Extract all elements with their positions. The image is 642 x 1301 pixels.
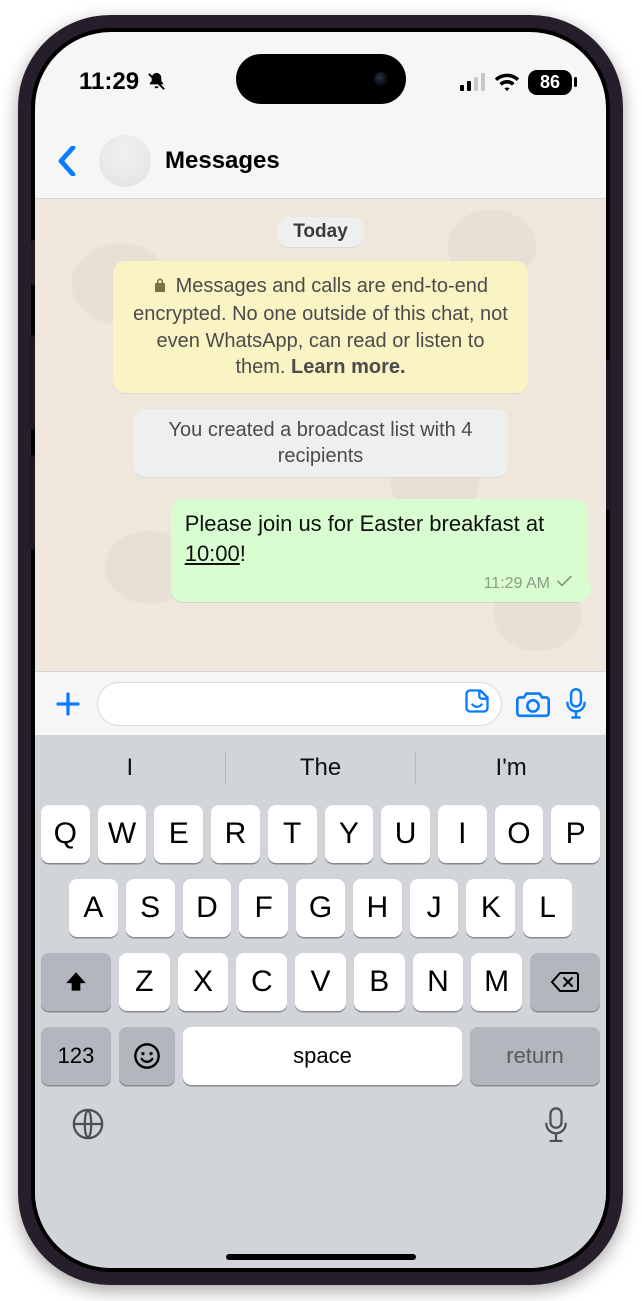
key-space[interactable]: space xyxy=(183,1027,462,1085)
key-o[interactable]: O xyxy=(495,805,544,863)
key-r[interactable]: R xyxy=(211,805,260,863)
encryption-notice[interactable]: Messages and calls are end-to-end encryp… xyxy=(113,261,528,393)
date-pill: Today xyxy=(277,217,364,247)
key-n[interactable]: N xyxy=(413,953,464,1011)
message-input[interactable] xyxy=(114,692,463,715)
camera-button[interactable] xyxy=(516,689,550,719)
read-status-icon xyxy=(556,573,574,595)
key-row-3: Z X C V B N M xyxy=(35,945,606,1019)
key-numeric[interactable]: 123 xyxy=(41,1027,111,1085)
suggestion-2[interactable]: The xyxy=(226,739,416,797)
key-l[interactable]: L xyxy=(523,879,572,937)
message-time-link[interactable]: 10:00 xyxy=(185,541,240,566)
keyboard: I The I'm Q W E R T Y U I O P xyxy=(35,735,606,1268)
composer-bar xyxy=(35,671,606,735)
key-y[interactable]: Y xyxy=(325,805,374,863)
key-k[interactable]: K xyxy=(466,879,515,937)
encryption-learn-more-link[interactable]: Learn more. xyxy=(291,356,405,378)
home-indicator[interactable] xyxy=(226,1254,416,1260)
outgoing-message-bubble[interactable]: Please join us for Easter breakfast at 1… xyxy=(171,499,588,602)
chat-title[interactable]: Messages xyxy=(165,147,280,175)
globe-icon[interactable] xyxy=(71,1107,105,1148)
battery-indicator: 86 xyxy=(528,70,572,95)
key-f[interactable]: F xyxy=(239,879,288,937)
key-s[interactable]: S xyxy=(126,879,175,937)
key-a[interactable]: A xyxy=(69,879,118,937)
key-b[interactable]: B xyxy=(354,953,405,1011)
silent-mode-icon xyxy=(145,71,168,94)
system-message: You created a broadcast list with 4 reci… xyxy=(133,409,508,477)
key-u[interactable]: U xyxy=(381,805,430,863)
cell-signal-icon xyxy=(460,73,486,91)
avatar[interactable] xyxy=(99,135,151,187)
key-h[interactable]: H xyxy=(353,879,402,937)
key-z[interactable]: Z xyxy=(119,953,170,1011)
key-emoji[interactable] xyxy=(119,1027,175,1085)
chat-header: Messages xyxy=(35,124,606,199)
device-frame: 11:29 86 xyxy=(18,15,623,1285)
attach-button[interactable] xyxy=(53,689,83,719)
suggestion-1[interactable]: I xyxy=(35,739,225,797)
dictation-icon[interactable] xyxy=(542,1107,570,1148)
key-return[interactable]: return xyxy=(470,1027,600,1085)
lock-icon xyxy=(153,274,167,301)
dynamic-island xyxy=(236,54,406,104)
voice-record-button[interactable] xyxy=(564,688,588,720)
keyboard-bottom-bar xyxy=(35,1093,606,1148)
key-row-4: 123 space return xyxy=(35,1019,606,1093)
key-t[interactable]: T xyxy=(268,805,317,863)
key-c[interactable]: C xyxy=(236,953,287,1011)
key-row-2: A S D F G H J K L xyxy=(35,871,606,945)
key-j[interactable]: J xyxy=(410,879,459,937)
chat-body[interactable]: Today Messages and calls are end-to-end … xyxy=(35,199,606,671)
suggestion-3[interactable]: I'm xyxy=(416,739,606,797)
back-button[interactable] xyxy=(49,140,85,182)
battery-percent: 86 xyxy=(540,72,560,93)
screen: 11:29 86 xyxy=(35,32,606,1268)
key-v[interactable]: V xyxy=(295,953,346,1011)
key-w[interactable]: W xyxy=(98,805,147,863)
key-d[interactable]: D xyxy=(183,879,232,937)
message-text-pre: Please join us for Easter breakfast at xyxy=(185,511,545,536)
key-p[interactable]: P xyxy=(551,805,600,863)
suggestion-bar: I The I'm xyxy=(35,739,606,797)
sticker-button[interactable] xyxy=(463,687,491,720)
message-text-post: ! xyxy=(240,541,246,566)
wifi-icon xyxy=(494,72,520,92)
message-input-container[interactable] xyxy=(97,682,502,726)
key-row-1: Q W E R T Y U I O P xyxy=(35,797,606,871)
key-i[interactable]: I xyxy=(438,805,487,863)
key-backspace[interactable] xyxy=(530,953,600,1011)
key-x[interactable]: X xyxy=(178,953,229,1011)
message-timestamp: 11:29 AM xyxy=(484,573,550,595)
key-g[interactable]: G xyxy=(296,879,345,937)
status-time: 11:29 xyxy=(79,68,139,96)
key-shift[interactable] xyxy=(41,953,111,1011)
key-q[interactable]: Q xyxy=(41,805,90,863)
key-m[interactable]: M xyxy=(471,953,522,1011)
key-e[interactable]: E xyxy=(154,805,203,863)
